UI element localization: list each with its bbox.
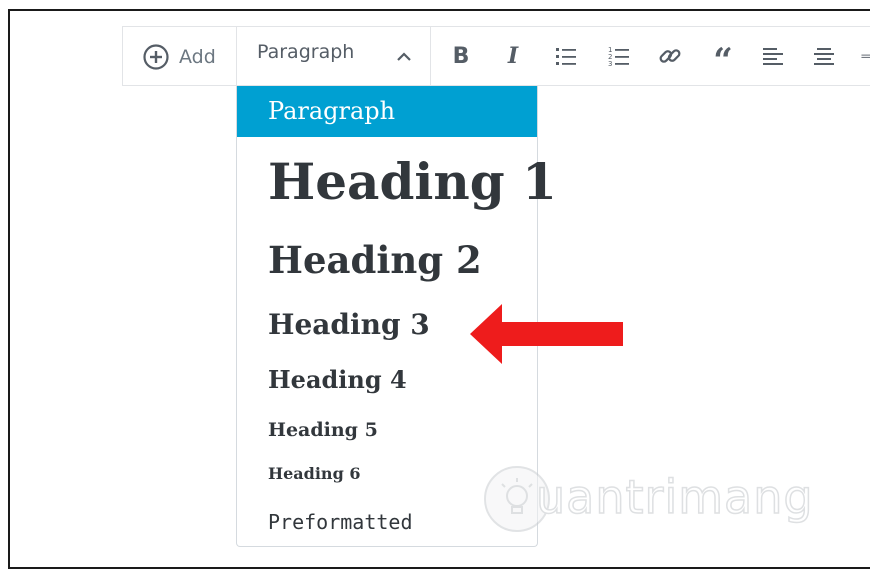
align-center-button[interactable] bbox=[812, 44, 836, 68]
toolbar-divider bbox=[430, 27, 431, 85]
quote-button[interactable]: “ bbox=[711, 44, 735, 78]
italic-button[interactable]: I bbox=[501, 43, 525, 69]
editor-toolbar: Add Paragraph B I 1 2 3 “ bbox=[122, 26, 870, 86]
numbered-list-icon: 1 2 3 bbox=[608, 46, 629, 67]
add-block-button[interactable]: Add bbox=[143, 42, 216, 72]
watermark-text: uantrimang bbox=[535, 469, 814, 525]
link-icon bbox=[659, 49, 681, 63]
italic-icon: I bbox=[507, 43, 519, 69]
dropdown-item-paragraph[interactable]: Paragraph bbox=[237, 86, 537, 137]
watermark: uantrimang bbox=[484, 466, 824, 536]
toolbar-divider bbox=[236, 27, 237, 85]
align-center-icon bbox=[814, 48, 834, 65]
link-button[interactable] bbox=[658, 44, 682, 68]
bold-button[interactable]: B bbox=[449, 43, 473, 69]
dropdown-item-heading-2[interactable]: Heading 2 bbox=[237, 238, 537, 282]
bullet-list-button[interactable] bbox=[554, 44, 578, 68]
dropdown-item-heading-1[interactable]: Heading 1 bbox=[237, 152, 557, 211]
add-label: Add bbox=[179, 46, 216, 68]
quote-icon: “ bbox=[713, 41, 733, 81]
align-right-button[interactable] bbox=[861, 44, 870, 68]
align-left-button[interactable] bbox=[761, 44, 785, 68]
dropdown-item-heading-4[interactable]: Heading 4 bbox=[237, 365, 537, 394]
plus-circle-icon bbox=[143, 44, 169, 70]
block-type-selector[interactable]: Paragraph bbox=[257, 41, 354, 63]
dropdown-item-heading-5[interactable]: Heading 5 bbox=[237, 419, 537, 441]
chevron-up-icon[interactable] bbox=[395, 48, 413, 66]
numbered-list-button[interactable]: 1 2 3 bbox=[607, 44, 631, 68]
align-right-icon bbox=[861, 54, 870, 58]
red-arrow-annotation bbox=[470, 304, 623, 364]
bold-icon: B bbox=[452, 43, 470, 69]
align-left-icon bbox=[763, 48, 783, 65]
bullet-list-icon bbox=[556, 48, 576, 65]
svg-text:3: 3 bbox=[608, 60, 612, 67]
